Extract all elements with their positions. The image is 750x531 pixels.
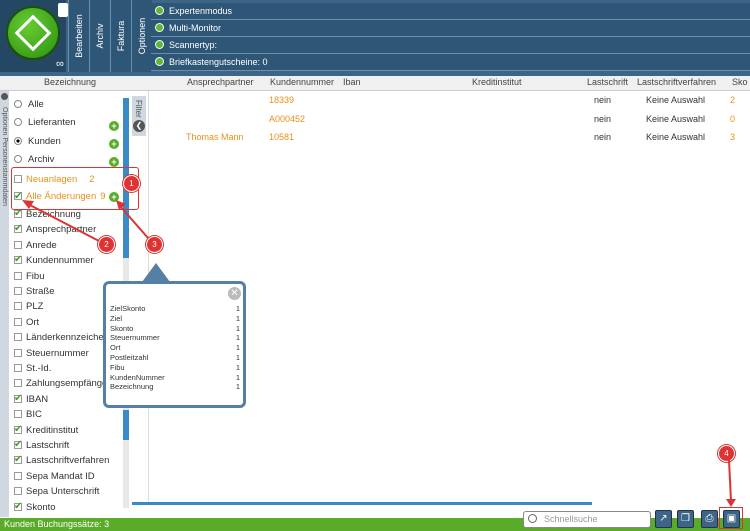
popup-row-value: 1 — [235, 343, 240, 353]
popup-row-label: Skonto — [110, 323, 134, 333]
search-input[interactable]: Schnellsuche — [523, 511, 651, 528]
popup-row-value: 1 — [235, 362, 240, 372]
arrow-4-line — [728, 459, 732, 502]
popup-row-label: KundenNummer — [110, 372, 165, 382]
arrow-2-head — [22, 200, 34, 209]
popup-row-value: 1 — [235, 333, 240, 343]
arrow-4-head — [726, 499, 736, 507]
popup-row-label: Ziel — [110, 313, 123, 323]
popup-row: Steuernummer 1 — [110, 333, 240, 342]
annotation-arrows — [22, 200, 736, 507]
popup-row-value: 1 — [235, 323, 240, 333]
popup-row-label: Bezeichnung — [110, 382, 154, 392]
copy-button[interactable]: ❐ — [677, 510, 694, 528]
popup-row: Ziel 1 — [110, 314, 240, 323]
popup-row: Bezeichnung 1 — [110, 382, 240, 391]
popup-row-value: 1 — [235, 382, 240, 392]
popup-row-value: 1 — [235, 304, 240, 313]
arrow-3-line — [119, 205, 149, 239]
popup-row-label: Steuernummer — [110, 333, 160, 343]
popup-row-value: 1 — [235, 313, 240, 323]
popup-row: Fibu 1 — [110, 363, 240, 372]
close-icon[interactable]: ✕ — [228, 287, 241, 300]
popup-row: KundenNummer 1 — [110, 373, 240, 382]
popup-row-value: 1 — [235, 372, 240, 382]
popup-row: ZielSkonto 1 — [110, 304, 240, 313]
changes-popup: ✕ ZielSkonto 1 Ziel 1 Skonto 1 Steuernummer 1 Or… — [103, 281, 246, 408]
popup-row-label: ZielSkonto — [110, 304, 146, 313]
popup-row-label: Fibu — [110, 362, 125, 372]
popup-row-label: Postleitzahl — [110, 353, 149, 362]
popup-row-value: 1 — [235, 353, 240, 362]
popup-pointer — [142, 263, 170, 282]
popup-row-label: Ort — [110, 343, 121, 353]
popup-row: Postleitzahl 1 — [110, 353, 240, 362]
popup-row: Skonto 1 — [110, 324, 240, 333]
popup-row: Ort 1 — [110, 343, 240, 352]
print-button[interactable]: ⎙ — [701, 510, 718, 528]
search-icon — [528, 514, 537, 523]
arrow-2-line — [27, 203, 100, 242]
save-highlight — [719, 507, 743, 529]
export-button[interactable]: ↗ — [655, 510, 672, 528]
